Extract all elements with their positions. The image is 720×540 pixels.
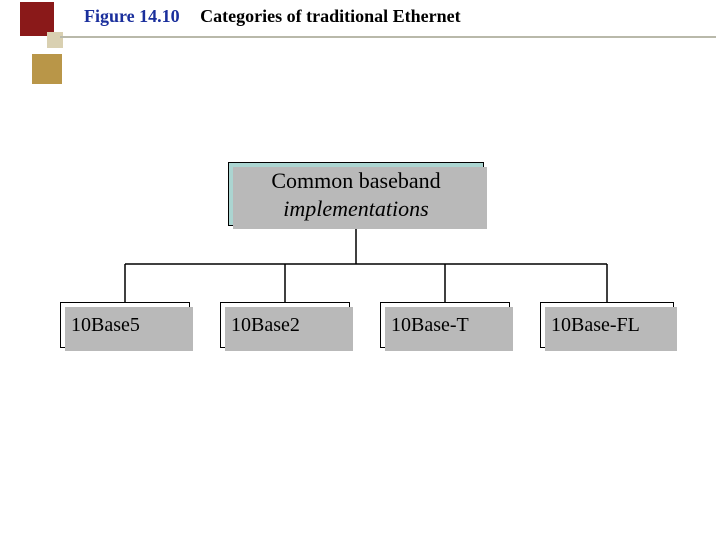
child-10baset: 10Base-T [380,302,510,348]
root-node: Common baseband implementations [228,162,484,226]
root-line2: implementations [229,195,483,223]
child-10base2: 10Base2 [220,302,350,348]
child-10base5: 10Base5 [60,302,190,348]
diagram: Common baseband implementations 10Base5 … [0,0,720,540]
root-line1: Common baseband [229,167,483,195]
slide: Figure 14.10 Categories of traditional E… [0,0,720,540]
tree-connectors [0,0,720,540]
child-10basefl: 10Base-FL [540,302,674,348]
